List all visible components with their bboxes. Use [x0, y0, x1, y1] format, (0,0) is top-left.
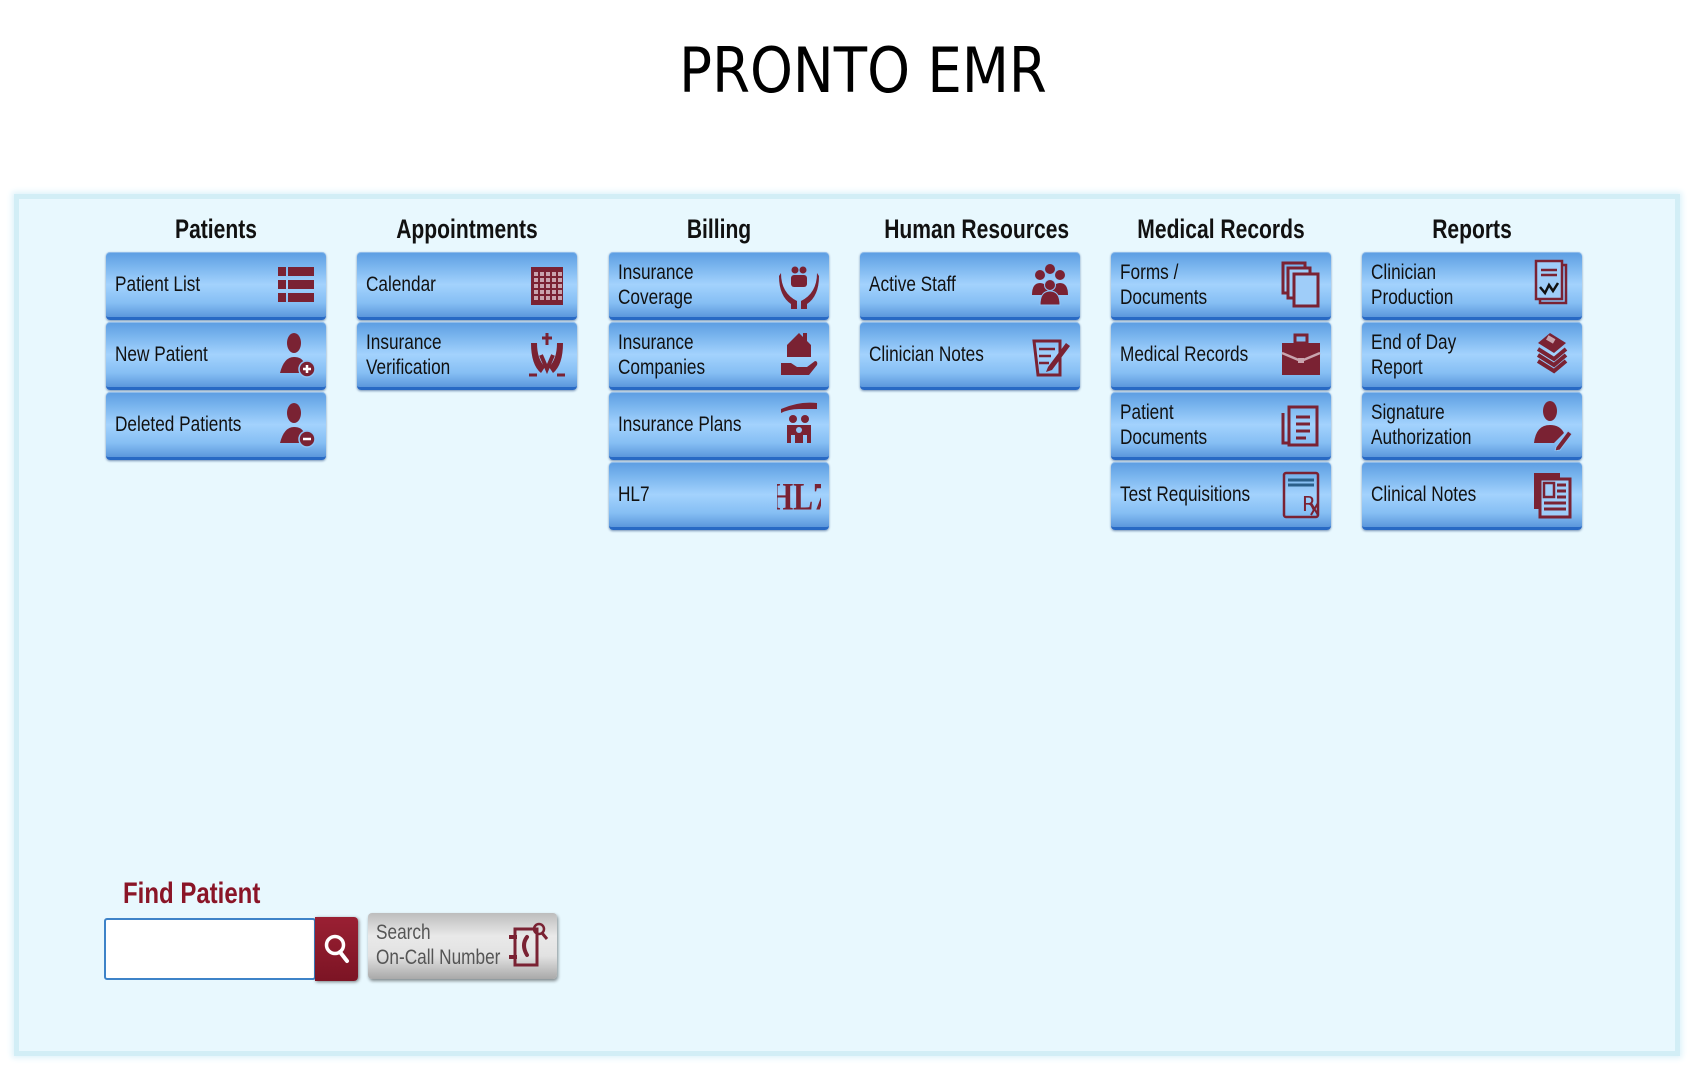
tile-label: Calendar — [366, 273, 436, 296]
find-patient-search-button[interactable] — [315, 917, 358, 981]
search-on-call-number-button[interactable]: Search On-Call Number — [368, 913, 557, 979]
add-user-icon — [274, 329, 318, 381]
remove-user-icon — [274, 399, 318, 451]
tile-signature-authorization[interactable]: Signature Authorization — [1362, 392, 1582, 460]
tile-label: Insurance Coverage — [618, 260, 694, 309]
search-icon — [324, 934, 349, 963]
tile-label: Clinical Notes — [1371, 483, 1477, 506]
note-pencil-icon — [1028, 329, 1072, 381]
prescription-icon: R — [1279, 469, 1323, 521]
group-icon — [1028, 259, 1072, 311]
tile-label: HL7 — [618, 483, 650, 506]
tile-label: Medical Records — [1120, 343, 1249, 366]
hands-cross-icon — [525, 329, 569, 381]
column-header: Appointments — [396, 214, 538, 244]
tile-label: Patient List — [115, 273, 201, 296]
tile-calendar[interactable]: Calendar — [357, 252, 577, 320]
tile-label: Patient Documents — [1120, 400, 1208, 449]
tile-hl7[interactable]: HL7 HL7 — [609, 462, 829, 530]
hl7-icon: HL7 — [777, 469, 821, 521]
tile-end-of-day-report[interactable]: End of Day Report — [1362, 322, 1582, 390]
app-title: PRONTO EMR — [679, 34, 1047, 107]
tile-test-requisitions[interactable]: Test Requisitions R — [1111, 462, 1331, 530]
family-umbrella-icon — [777, 399, 821, 451]
tile-medical-records[interactable]: Medical Records — [1111, 322, 1331, 390]
column-header: Reports — [1432, 214, 1512, 244]
calendar-icon — [525, 259, 569, 311]
tile-label: New Patient — [115, 343, 208, 366]
tile-label: Test Requisitions — [1120, 483, 1251, 506]
tile-insurance-verification[interactable]: Insurance Verification — [357, 322, 577, 390]
svg-text:HL7: HL7 — [777, 475, 821, 519]
column-header: Human Resources — [884, 214, 1070, 244]
tile-label: End of Day Report — [1371, 330, 1457, 379]
column-header: Billing — [686, 214, 752, 244]
tile-label: Deleted Patients — [115, 413, 242, 436]
column-header: Medical Records — [1137, 214, 1305, 244]
briefcase-icon — [1279, 329, 1323, 381]
svg-text:R: R — [1302, 492, 1316, 516]
newspaper-icon — [1530, 469, 1574, 521]
family-hands-icon — [777, 259, 821, 311]
document-lines-icon — [1279, 399, 1323, 451]
tile-label: Forms / Documents — [1120, 260, 1208, 309]
tile-label: Clinician Production — [1371, 260, 1454, 309]
phonebook-search-icon — [509, 922, 549, 967]
tile-clinician-production[interactable]: Clinician Production — [1362, 252, 1582, 320]
report-chart-icon — [1530, 259, 1574, 311]
list-icon — [274, 259, 318, 311]
tile-deleted-patients[interactable]: Deleted Patients — [106, 392, 326, 460]
tile-clinician-notes[interactable]: Clinician Notes — [860, 322, 1080, 390]
tile-insurance-companies[interactable]: Insurance Companies — [609, 322, 829, 390]
user-signature-icon — [1530, 399, 1574, 451]
tile-label: Insurance Companies — [618, 330, 706, 379]
tile-patient-list[interactable]: Patient List — [106, 252, 326, 320]
documents-stack-icon — [1279, 259, 1323, 311]
tile-label: Clinician Notes — [869, 343, 984, 366]
house-hand-icon — [777, 329, 821, 381]
tile-forms-documents[interactable]: Forms / Documents — [1111, 252, 1331, 320]
column-header: Patients — [175, 214, 257, 244]
tile-label: Insurance Plans — [618, 413, 742, 436]
tile-insurance-coverage[interactable]: Insurance Coverage — [609, 252, 829, 320]
find-patient-label: Find Patient — [123, 877, 261, 910]
search-on-call-number-label: Search On-Call Number — [376, 921, 501, 969]
find-patient-input[interactable] — [104, 918, 316, 980]
tile-label: Active Staff — [869, 273, 956, 296]
tile-clinical-notes[interactable]: Clinical Notes — [1362, 462, 1582, 530]
book-stack-icon — [1530, 329, 1574, 381]
tile-label: Insurance Verification — [366, 330, 451, 379]
tile-patient-documents[interactable]: Patient Documents — [1111, 392, 1331, 460]
tile-insurance-plans[interactable]: Insurance Plans — [609, 392, 829, 460]
main-menu-panel: Find Patient Search On-Call Number Patie… — [14, 194, 1680, 1056]
tile-new-patient[interactable]: New Patient — [106, 322, 326, 390]
tile-active-staff[interactable]: Active Staff — [860, 252, 1080, 320]
tile-label: Signature Authorization — [1371, 400, 1472, 449]
